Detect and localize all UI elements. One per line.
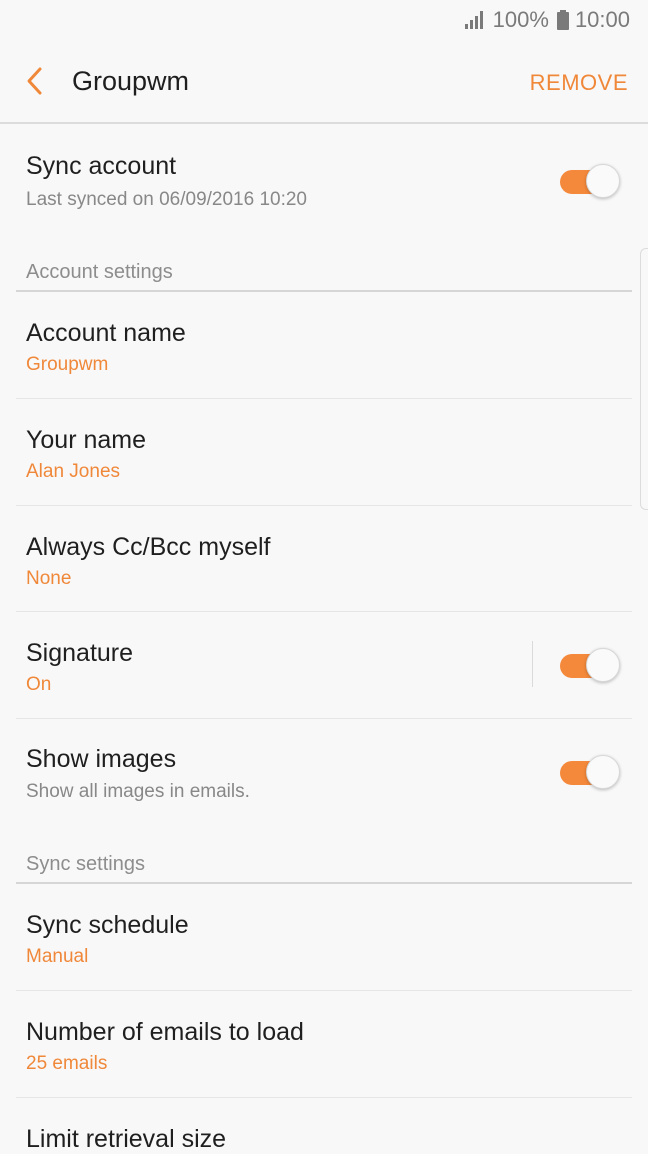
sync-schedule-label: Sync schedule [26,911,189,939]
status-bar: 100% 10:00 [0,0,648,40]
show-images-label: Show images [26,745,177,773]
emails-to-load-value: 25 emails [26,1053,108,1074]
show-images-row[interactable]: Show images Show all images in emails. [0,719,648,831]
sync-account-toggle[interactable] [558,164,620,198]
battery-icon [556,10,569,30]
last-synced-text: Last synced on 06/09/2016 10:20 [26,189,308,210]
section-header-sync-settings: Sync settings [26,853,145,875]
your-name-value: Alan Jones [26,461,121,482]
your-name-row[interactable]: Your name Alan Jones [0,399,648,505]
signal-icon [464,11,483,29]
signature-label: Signature [26,639,134,667]
toggle-thumb [586,755,620,789]
clock: 10:00 [574,7,630,32]
limit-retrieval-row[interactable]: Limit retrieval size [0,1098,648,1153]
section-header-account-settings: Account settings [26,261,173,283]
remove-button[interactable]: REMOVE [530,70,628,96]
page-title: Groupwm [72,66,190,96]
chevron-left-icon[interactable] [24,66,46,96]
limit-retrieval-label: Limit retrieval size [26,1125,227,1153]
toggle-thumb [586,648,620,682]
show-images-toggle[interactable] [558,755,620,789]
signature-row[interactable]: Signature On [0,612,648,718]
cc-bcc-row[interactable]: Always Cc/Bcc myself None [0,506,648,611]
toggle-thumb [586,164,620,198]
emails-to-load-row[interactable]: Number of emails to load 25 emails [0,991,648,1097]
cc-bcc-label: Always Cc/Bcc myself [26,533,271,561]
show-images-description: Show all images in emails. [26,781,250,802]
app-bar: Groupwm REMOVE [0,40,648,124]
cc-bcc-value: None [26,568,72,589]
signature-value: On [26,674,52,695]
signature-toggle[interactable] [558,648,620,682]
scrollbar[interactable] [640,248,648,510]
sync-schedule-row[interactable]: Sync schedule Manual [0,884,648,990]
emails-to-load-label: Number of emails to load [26,1018,304,1046]
sync-account-row[interactable]: Sync account Last synced on 06/09/2016 1… [0,126,648,236]
sync-schedule-value: Manual [26,946,89,967]
your-name-label: Your name [26,426,146,454]
sync-account-label: Sync account [26,152,177,180]
account-name-value: Groupwm [26,354,109,375]
vertical-separator [532,641,533,687]
account-name-label: Account name [26,319,186,347]
battery-percent: 100% [492,7,549,32]
account-name-row[interactable]: Account name Groupwm [0,292,648,398]
